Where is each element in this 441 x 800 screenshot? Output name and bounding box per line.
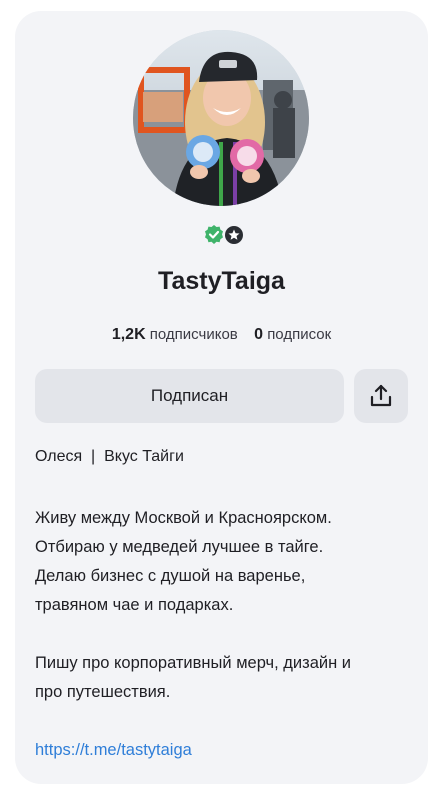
verified-icon [205, 225, 223, 244]
profile-link[interactable]: https://t.me/tastytaiga [35, 741, 192, 760]
profile-card: TastyTaiga 1,2K подписчиков 0 подписок П… [15, 11, 428, 784]
avatar-photo [133, 30, 309, 206]
followers-count[interactable]: 1,2K [112, 326, 146, 343]
share-button[interactable] [354, 369, 408, 423]
share-upload-icon [370, 384, 392, 407]
profile-stats: 1,2K подписчиков 0 подписок [15, 326, 428, 344]
following-count[interactable]: 0 [254, 326, 263, 343]
bio-line: Отбираю у медведей лучшее в тайге. [35, 538, 324, 556]
avatar[interactable] [133, 30, 309, 206]
followers-label[interactable]: подписчиков [150, 326, 238, 343]
profile-name-line: Олеся | Вкус Тайги [35, 448, 184, 465]
star-badge-icon [225, 226, 243, 244]
bio-line: Пишу про корпоративный мерч, дизайн и [35, 654, 352, 672]
profile-bio: Живу между Москвой и Красноярском. Отбир… [35, 504, 405, 707]
bio-line: Живу между Москвой и Красноярском. [35, 509, 332, 527]
profile-badges [202, 223, 246, 247]
bio-line: Делаю бизнес с душой на варенье, [35, 567, 306, 585]
page-title: TastyTaiga [158, 267, 285, 295]
bio-line: травяном чае и подарках. [35, 596, 234, 614]
bio-line: про путешествия. [35, 683, 171, 701]
subscribe-button[interactable]: Подписан [35, 369, 344, 423]
following-label[interactable]: подписок [267, 326, 331, 343]
